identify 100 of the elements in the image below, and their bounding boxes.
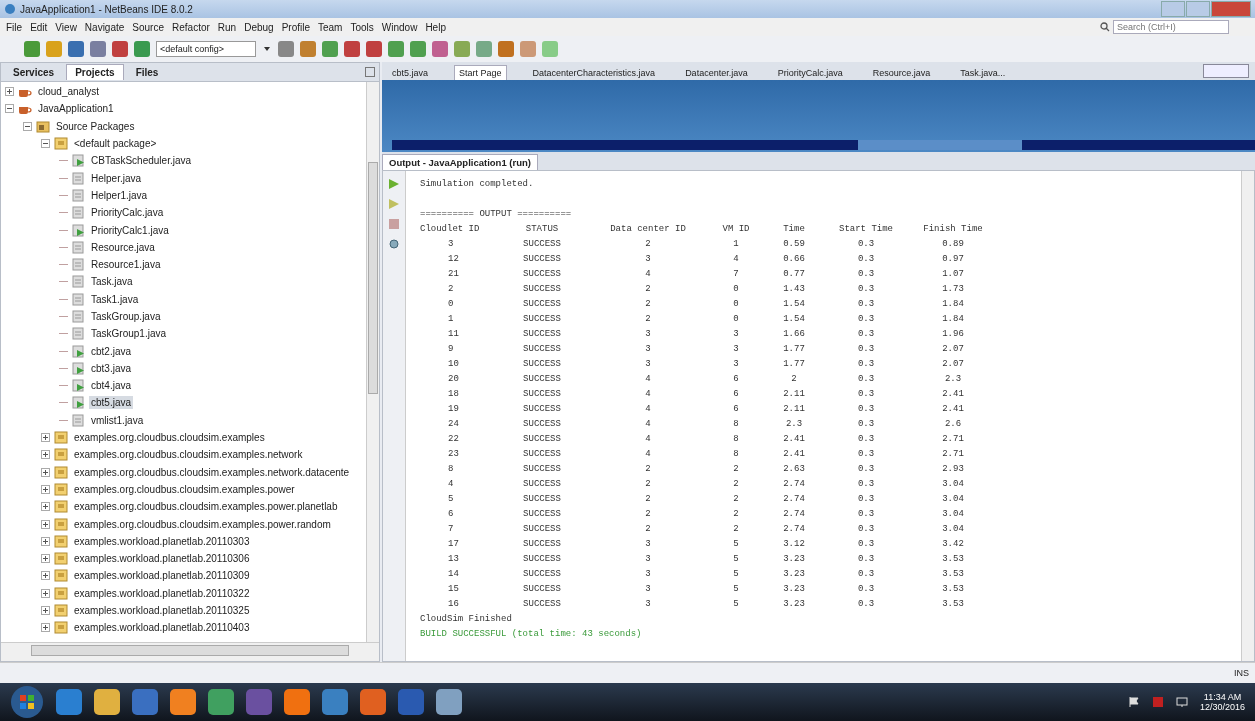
menu-item[interactable]: Debug bbox=[244, 21, 274, 33]
network-icon[interactable] bbox=[1175, 696, 1188, 708]
tree-item[interactable]: examples.workload.planetlab.20110309 bbox=[72, 569, 252, 583]
expander-icon[interactable] bbox=[41, 588, 50, 598]
tree-item[interactable]: Task1.java bbox=[89, 292, 141, 306]
tab-nav-icon[interactable] bbox=[1203, 64, 1249, 78]
tree-item[interactable]: Helper.java bbox=[89, 171, 144, 185]
tree-item[interactable]: PriorityCalc.java bbox=[89, 206, 166, 220]
menu-item[interactable]: View bbox=[55, 21, 77, 33]
menu-item[interactable]: File bbox=[6, 21, 23, 33]
toolbar-icon[interactable] bbox=[432, 41, 448, 57]
editor-tab[interactable]: cbt5.java bbox=[388, 66, 433, 80]
panel-tab[interactable]: Projects bbox=[66, 64, 124, 80]
toolbar-icon[interactable] bbox=[112, 41, 128, 57]
tree-item[interactable]: Resource1.java bbox=[89, 258, 163, 272]
editor-tab[interactable]: DatacenterCharacteristics.java bbox=[528, 66, 660, 80]
toolbar-icon[interactable] bbox=[134, 41, 150, 57]
menu-item[interactable]: Source bbox=[132, 21, 164, 33]
menu-item[interactable]: Refactor bbox=[172, 21, 210, 33]
minimize-button[interactable] bbox=[1161, 1, 1185, 17]
expander-icon[interactable] bbox=[41, 519, 50, 529]
tree-item[interactable]: Resource.java bbox=[89, 240, 157, 254]
output-tab[interactable]: Output - JavaApplication1 (run) bbox=[382, 154, 538, 170]
tree-item[interactable]: examples.org.cloudbus.cloudsim.examples bbox=[72, 431, 267, 445]
stop-icon[interactable] bbox=[387, 217, 401, 231]
menu-item[interactable]: Tools bbox=[350, 21, 374, 33]
clock-time[interactable]: 11:34 AM bbox=[1203, 692, 1242, 702]
expander-icon[interactable] bbox=[41, 484, 50, 494]
toolbar-icon[interactable] bbox=[68, 41, 84, 57]
panel-tab[interactable]: Services bbox=[5, 64, 63, 80]
expander-icon[interactable] bbox=[41, 139, 50, 149]
tree-item[interactable]: examples.workload.planetlab.20110322 bbox=[72, 586, 252, 600]
tree-item[interactable]: examples.org.cloudbus.cloudsim.examples.power.random bbox=[72, 517, 333, 531]
tree-item[interactable]: examples.workload.planetlab.20110403 bbox=[72, 621, 252, 635]
menu-item[interactable]: Team bbox=[318, 21, 343, 33]
tray-app-icon[interactable] bbox=[1151, 696, 1164, 708]
editor-tab[interactable]: Start Page bbox=[454, 65, 507, 80]
search-field[interactable]: Search (Ctrl+I) bbox=[1113, 20, 1229, 34]
expander-icon[interactable] bbox=[41, 536, 50, 546]
tree-item[interactable]: cbt2.java bbox=[89, 344, 134, 358]
tree-item[interactable]: TaskGroup1.java bbox=[89, 327, 169, 341]
toolbar-icon[interactable] bbox=[498, 41, 514, 57]
tree-item[interactable]: examples.org.cloudbus.cloudsim.examples.network.datacente bbox=[72, 465, 352, 479]
expander-icon[interactable] bbox=[23, 121, 32, 131]
toolbar-icon[interactable] bbox=[366, 41, 382, 57]
horizontal-scrollbar[interactable] bbox=[1, 642, 379, 661]
maximize-button[interactable] bbox=[1186, 1, 1210, 17]
tree-item[interactable]: examples.org.cloudbus.cloudsim.examples.network bbox=[72, 448, 305, 462]
vertical-scrollbar[interactable] bbox=[1241, 171, 1254, 661]
menu-item[interactable]: Window bbox=[381, 21, 418, 33]
editor-tab[interactable]: Resource.java bbox=[868, 66, 935, 80]
expander-icon[interactable] bbox=[41, 606, 50, 616]
tree-item[interactable]: <default package> bbox=[72, 137, 159, 151]
tree-item[interactable]: PriorityCalc1.java bbox=[89, 223, 171, 237]
tree-item[interactable]: JavaApplication1 bbox=[36, 102, 116, 116]
expander-icon[interactable] bbox=[41, 450, 50, 460]
expander-icon[interactable] bbox=[5, 104, 14, 114]
toolbar-icon[interactable] bbox=[388, 41, 404, 57]
expander-icon[interactable] bbox=[41, 554, 50, 564]
minimize-panel-icon[interactable] bbox=[365, 67, 375, 77]
expander-icon[interactable] bbox=[41, 571, 50, 581]
menu-item[interactable]: Profile bbox=[281, 21, 310, 33]
expander-icon[interactable] bbox=[41, 433, 50, 443]
start-button[interactable] bbox=[10, 685, 44, 719]
menu-item[interactable]: Run bbox=[217, 21, 237, 33]
tree-item[interactable]: examples.workload.planetlab.20110306 bbox=[72, 552, 252, 566]
editor-tab[interactable]: Datacenter.java bbox=[681, 66, 752, 80]
tree-item[interactable]: examples.org.cloudbus.cloudsim.examples.power.planetlab bbox=[72, 500, 340, 514]
clock-date[interactable]: 12/30/2016 bbox=[1199, 702, 1245, 712]
tree-item[interactable]: cbt4.java bbox=[89, 379, 134, 393]
tree-item[interactable]: TaskGroup.java bbox=[89, 310, 163, 323]
tree-item[interactable]: cbt5.java bbox=[89, 396, 134, 410]
editor-tab[interactable]: PriorityCalc.java bbox=[773, 66, 847, 80]
toolbar-icon[interactable] bbox=[278, 41, 294, 57]
menu-item[interactable]: Help bbox=[425, 21, 446, 33]
toolbar-icon[interactable] bbox=[322, 41, 338, 57]
tree-item[interactable]: vmlist1.java bbox=[89, 413, 146, 427]
tree-item[interactable]: cloud_analyst bbox=[36, 85, 102, 99]
expander-icon[interactable] bbox=[5, 87, 14, 97]
config-dropdown[interactable]: <default config> bbox=[156, 41, 256, 57]
rerun-icon[interactable] bbox=[387, 177, 401, 191]
menu-item[interactable]: Navigate bbox=[84, 21, 125, 33]
tree-item[interactable]: Task.java bbox=[89, 275, 135, 289]
expander-icon[interactable] bbox=[41, 623, 50, 633]
tree-item[interactable]: examples.workload.planetlab.20110303 bbox=[72, 534, 252, 548]
tree-item[interactable]: examples.org.cloudbus.cloudsim.examples.power bbox=[72, 482, 297, 496]
close-button[interactable] bbox=[1211, 1, 1251, 17]
panel-tab[interactable]: Files bbox=[127, 64, 167, 80]
rerun-icon[interactable] bbox=[387, 197, 401, 211]
tree-item[interactable]: Source Packages bbox=[54, 119, 137, 133]
tree-item[interactable]: Helper1.java bbox=[89, 188, 150, 202]
tree-item[interactable]: cbt3.java bbox=[89, 361, 134, 375]
expander-icon[interactable] bbox=[41, 467, 50, 477]
menu-item[interactable]: Edit bbox=[30, 21, 48, 33]
toolbar-icon[interactable] bbox=[344, 41, 360, 57]
tree-item[interactable]: CBTaskScheduler.java bbox=[89, 154, 194, 168]
toolbar-icon[interactable] bbox=[300, 41, 316, 57]
toolbar-icon[interactable] bbox=[24, 41, 40, 57]
toolbar-icon[interactable] bbox=[410, 41, 426, 57]
vertical-scrollbar[interactable] bbox=[366, 82, 379, 642]
